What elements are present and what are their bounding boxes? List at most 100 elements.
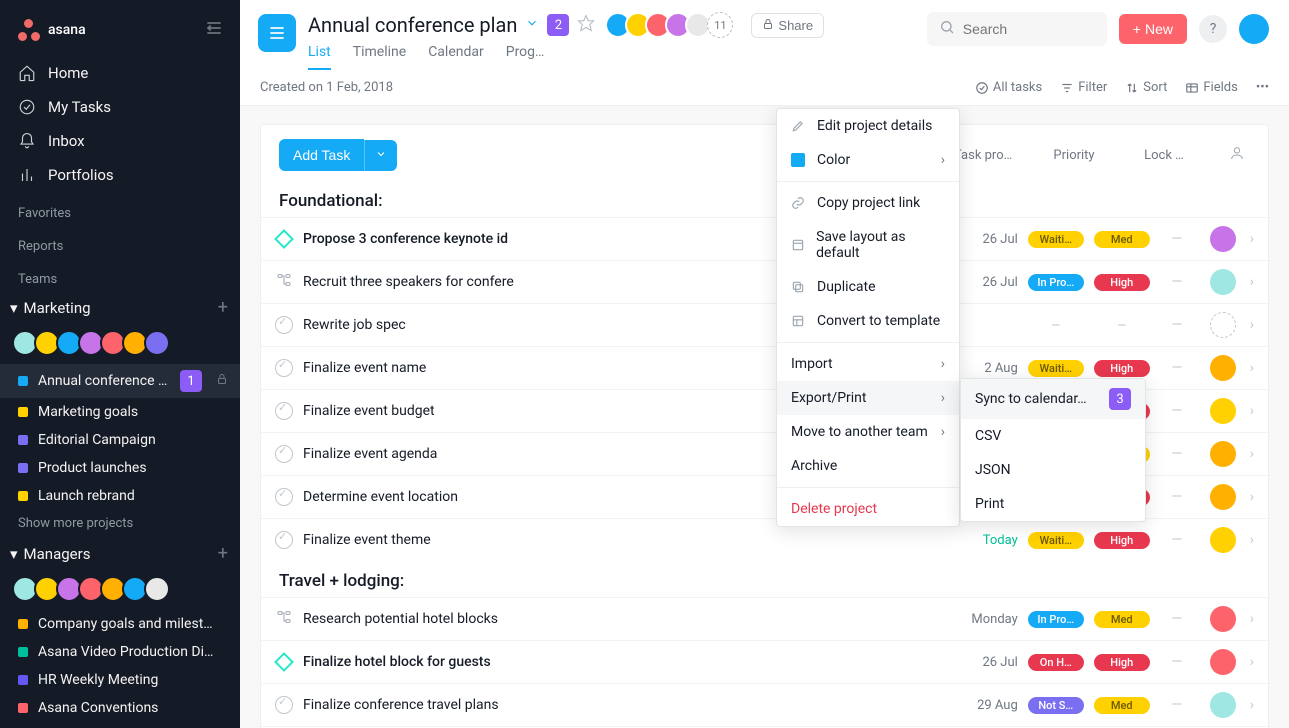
menu-csv[interactable]: CSV [961, 419, 1145, 453]
project-title[interactable]: Annual conference plan [308, 13, 517, 37]
member-overflow[interactable]: 11 [707, 12, 733, 38]
menu-color[interactable]: Color› [777, 143, 959, 177]
task-name[interactable]: Finalize conference travel plans [303, 697, 948, 713]
sidebar-project-item[interactable]: Editorial Campaign [0, 426, 240, 454]
nav-portfolios[interactable]: Portfolios [0, 158, 240, 192]
project-menu-caret-icon[interactable] [525, 16, 539, 34]
complete-toggle-icon[interactable] [275, 531, 293, 549]
add-project-icon[interactable]: + [218, 543, 228, 564]
menu-duplicate[interactable]: Duplicate [777, 270, 959, 304]
complete-toggle-icon[interactable] [275, 359, 293, 377]
due-date[interactable]: 26 Jul [958, 232, 1018, 247]
assignee-avatar[interactable] [1210, 355, 1236, 381]
new-button[interactable]: +New [1119, 14, 1187, 44]
help-button[interactable]: ? [1199, 15, 1227, 43]
sort-button[interactable]: Sort [1125, 80, 1167, 95]
show-more-projects[interactable]: Show more projects [0, 510, 240, 537]
task-row[interactable]: Research potential hotel blocks Monday I… [261, 597, 1268, 640]
complete-toggle-icon[interactable] [275, 402, 293, 420]
sidebar-project-item[interactable]: Launch rebrand [0, 482, 240, 510]
menu-print[interactable]: Print [961, 487, 1145, 521]
task-name[interactable]: Finalize hotel block for guests [303, 654, 948, 670]
assignee-avatar[interactable] [1210, 398, 1236, 424]
menu-sync-calendar[interactable]: Sync to calendar…3 [961, 379, 1145, 419]
sidebar-project-item[interactable]: Asana Video Production Di… [0, 638, 240, 666]
assignee-avatar[interactable] [1210, 649, 1236, 675]
complete-toggle-icon[interactable] [275, 445, 293, 463]
chevron-right-icon[interactable]: › [1250, 274, 1254, 290]
menu-save-layout[interactable]: Save layout as default [777, 220, 959, 270]
sidebar-project-item[interactable]: Annual conference plan 1 [0, 364, 240, 398]
lock-cell[interactable]: — [1160, 446, 1194, 462]
chevron-right-icon[interactable]: › [1250, 231, 1254, 247]
chevron-right-icon[interactable]: › [1250, 489, 1254, 505]
nav-home[interactable]: Home [0, 56, 240, 90]
chevron-right-icon[interactable]: › [1250, 446, 1254, 462]
sidebar-project-item[interactable]: Company goals and milest… [0, 610, 240, 638]
profile-avatar[interactable] [1239, 14, 1269, 44]
assignee-avatar[interactable] [1210, 484, 1236, 510]
progress-pill[interactable]: Not S… [1028, 697, 1084, 714]
priority-empty[interactable]: — [1094, 317, 1150, 334]
lock-cell[interactable]: — [1160, 697, 1194, 713]
due-date[interactable]: 26 Jul [958, 275, 1018, 290]
menu-edit-details[interactable]: Edit project details [777, 109, 959, 143]
tab-calendar[interactable]: Calendar [428, 44, 484, 70]
menu-move-team[interactable]: Move to another team› [777, 415, 959, 449]
assignee-avatar[interactable] [1210, 692, 1236, 718]
tab-prog[interactable]: Prog… [506, 44, 545, 70]
task-row[interactable]: Finalize conference travel plans 29 Aug … [261, 683, 1268, 726]
task-row[interactable]: Rewrite job spec — — — › [261, 303, 1268, 346]
priority-pill[interactable]: Med [1094, 231, 1150, 248]
progress-empty[interactable]: — [1028, 317, 1084, 334]
task-name[interactable]: Finalize event theme [303, 532, 948, 548]
due-date[interactable]: Today [958, 533, 1018, 548]
lock-cell[interactable]: — [1160, 360, 1194, 376]
chevron-right-icon[interactable]: › [1250, 697, 1254, 713]
search-input[interactable] [963, 21, 1095, 37]
filter-all-tasks[interactable]: All tasks [975, 80, 1042, 95]
priority-pill[interactable]: High [1094, 360, 1150, 377]
task-row[interactable]: Recruit three speakers for confere 26 Ju… [261, 260, 1268, 303]
asana-logo[interactable]: asana [18, 19, 86, 41]
team-marketing-avatars[interactable] [0, 324, 240, 364]
share-button[interactable]: Share [751, 13, 824, 38]
progress-pill[interactable]: In Pro… [1028, 611, 1084, 628]
lock-cell[interactable]: — [1160, 489, 1194, 505]
complete-toggle-icon[interactable] [275, 488, 293, 506]
favorites-label[interactable]: Favorites [0, 192, 240, 225]
task-row[interactable]: Propose 3 conference keynote id 1 26 Jul… [261, 217, 1268, 260]
lock-cell[interactable]: — [1160, 654, 1194, 670]
task-row[interactable]: Finalize event theme Today Waiti… High —… [261, 518, 1268, 561]
task-name[interactable]: Research potential hotel blocks [303, 611, 948, 627]
lock-cell[interactable]: — [1160, 231, 1194, 247]
chevron-right-icon[interactable]: › [1250, 611, 1254, 627]
chevron-right-icon[interactable]: › [1250, 403, 1254, 419]
menu-json[interactable]: JSON [961, 453, 1145, 487]
priority-pill[interactable]: Med [1094, 611, 1150, 628]
col-lock[interactable]: Lock … [1134, 148, 1194, 163]
add-task-button[interactable]: Add Task [279, 139, 364, 171]
lock-cell[interactable]: — [1160, 403, 1194, 419]
due-date[interactable]: 29 Aug [958, 698, 1018, 713]
fields-button[interactable]: Fields [1185, 80, 1237, 95]
col-priority[interactable]: Priority [1044, 148, 1104, 163]
complete-toggle-icon[interactable] [275, 316, 293, 334]
more-actions-icon[interactable]: ••• [1256, 80, 1269, 95]
priority-pill[interactable]: High [1094, 654, 1150, 671]
lock-cell[interactable]: — [1160, 274, 1194, 290]
search-box[interactable] [927, 12, 1107, 46]
due-date[interactable]: 26 Jul [958, 655, 1018, 670]
sidebar-project-item[interactable]: Asana Conventions [0, 694, 240, 722]
team-managers-avatars[interactable] [0, 570, 240, 610]
section-title[interactable]: Travel + lodging: [261, 561, 1268, 597]
menu-delete-project[interactable]: Delete project [777, 492, 959, 526]
nav-inbox[interactable]: Inbox [0, 124, 240, 158]
star-icon[interactable] [577, 14, 595, 36]
complete-toggle-icon[interactable] [275, 696, 293, 714]
menu-copy-link[interactable]: Copy project link [777, 186, 959, 220]
lock-cell[interactable]: — [1160, 532, 1194, 548]
tab-timeline[interactable]: Timeline [353, 44, 406, 70]
sidebar-project-item[interactable]: Marketing goals [0, 398, 240, 426]
chevron-right-icon[interactable]: › [1250, 317, 1254, 333]
